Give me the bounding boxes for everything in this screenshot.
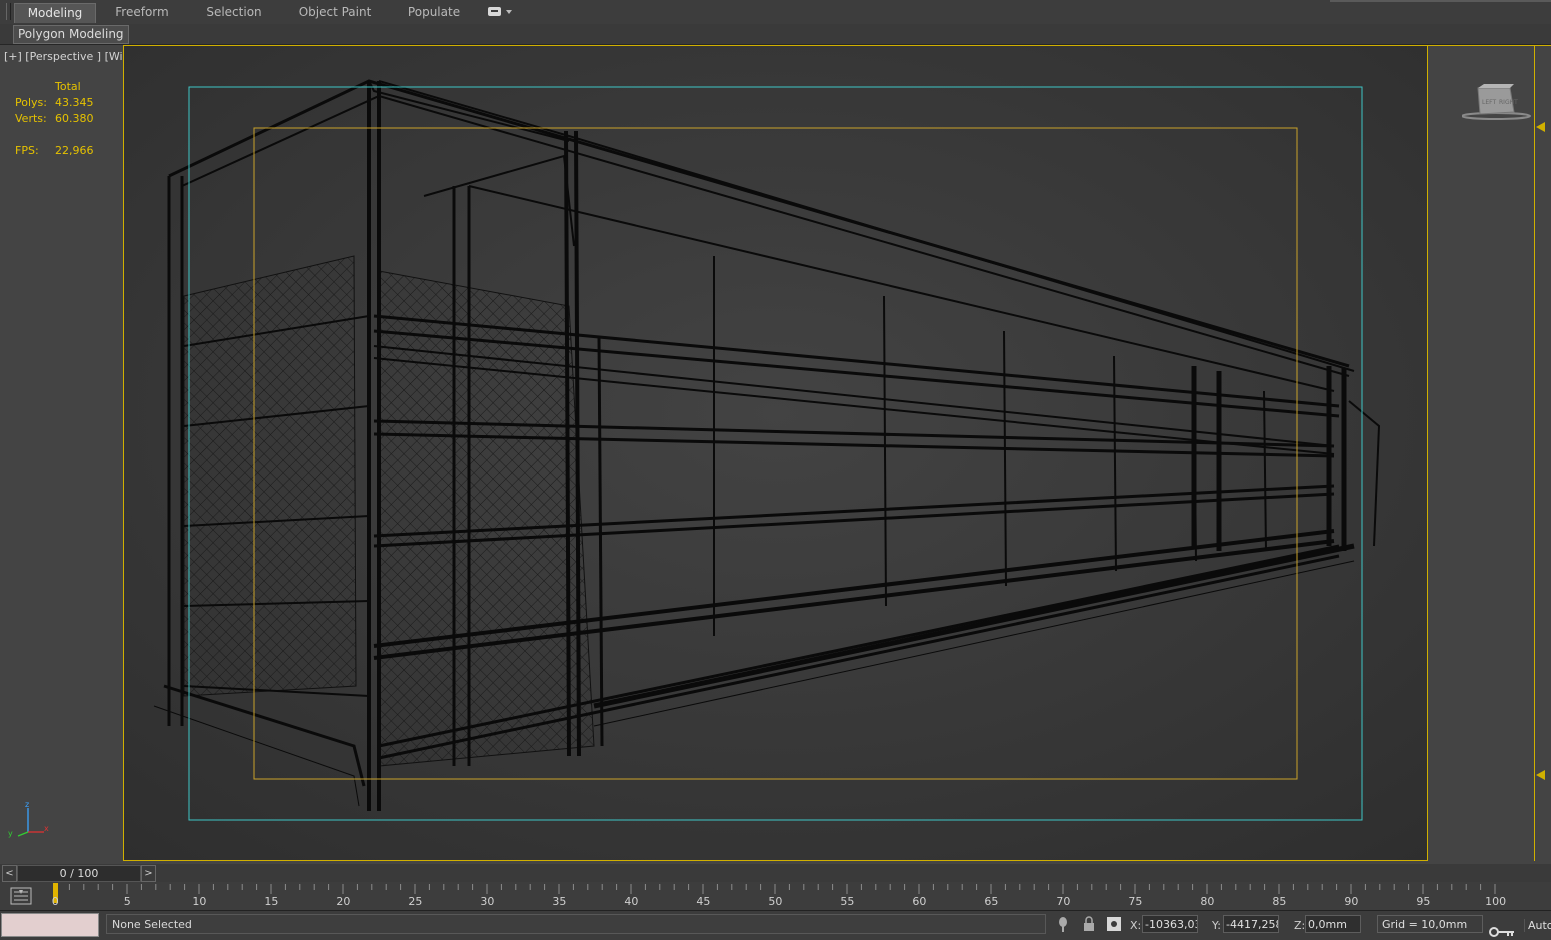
svg-text:RIGHT: RIGHT: [1499, 99, 1518, 106]
viewport-left-area: [0, 45, 123, 862]
track-tick-label: 0: [51, 895, 59, 908]
y-coord-label: Y:: [1212, 919, 1221, 932]
stats-fps-value: 22,966: [55, 144, 94, 157]
svg-text:x: x: [44, 824, 49, 833]
track-tick-label: 5: [123, 895, 131, 908]
grid-spacing: Grid = 10,0mm: [1377, 915, 1483, 933]
perspective-viewport[interactable]: [123, 45, 1428, 861]
stats-header: Total: [55, 80, 81, 93]
frame-marker-bottom-icon: [1536, 770, 1545, 780]
track-tick-label: 45: [696, 895, 711, 908]
track-tick-label: 55: [840, 895, 855, 908]
track-tick-label: 70: [1056, 895, 1071, 908]
track-tick-label: 80: [1200, 895, 1215, 908]
polygon-modeling-button[interactable]: Polygon Modeling: [13, 25, 129, 44]
stats-fps-label: FPS:: [15, 144, 39, 157]
time-next-button[interactable]: >: [141, 865, 156, 882]
ribbon-options-icon[interactable]: [488, 6, 514, 18]
stats-polys-label: Polys:: [15, 96, 47, 109]
y-coord-field[interactable]: -4417,258m: [1223, 915, 1279, 933]
auto-key-button[interactable]: Auto: [1524, 919, 1551, 932]
track-tick-label: 90: [1344, 895, 1359, 908]
svg-text:y: y: [8, 829, 13, 838]
ribbon: Modeling Freeform Selection Object Paint…: [0, 0, 1551, 25]
track-tick-label: 95: [1416, 895, 1431, 908]
track-tick-label: 50: [768, 895, 783, 908]
track-tick-label: 15: [264, 895, 279, 908]
track-tick-label: 35: [552, 895, 567, 908]
track-tick-label: 10: [192, 895, 207, 908]
time-prev-button[interactable]: <: [2, 865, 17, 882]
z-coord-field[interactable]: 0,0mm: [1305, 915, 1361, 933]
absolute-mode-icon[interactable]: [1106, 915, 1122, 933]
svg-text:LEFT: LEFT: [1482, 99, 1496, 106]
curve-editor-icon[interactable]: [10, 887, 32, 905]
status-bar: None Selected X: -10363,03m Y: -4417,258…: [0, 910, 1551, 940]
stats-polys-value: 43.345: [55, 96, 94, 109]
axis-tripod-icon: z x y: [8, 800, 49, 838]
stats-verts-value: 60.380: [55, 112, 94, 125]
x-coord-label: X:: [1130, 919, 1142, 932]
time-slider-thumb[interactable]: 0 / 100: [17, 865, 141, 882]
x-coord-field[interactable]: -10363,03m: [1142, 915, 1198, 933]
tab-selection[interactable]: Selection: [196, 3, 272, 22]
selection-status: None Selected: [106, 914, 1046, 934]
svg-text:z: z: [25, 800, 29, 809]
tab-freeform[interactable]: Freeform: [106, 3, 178, 22]
tab-object-paint[interactable]: Object Paint: [293, 3, 377, 22]
viewcube-icon[interactable]: LEFT RIGHT: [1462, 80, 1532, 125]
viewport-right-border: [1534, 45, 1535, 861]
track-tick-label: 60: [912, 895, 927, 908]
track-tick-label: 85: [1272, 895, 1287, 908]
track-bar[interactable]: 0 5 10 15 20 25 30 35 40 45 50 55 60 65 70 75 80 85 90 95 10…: [0, 882, 1551, 910]
track-tick-label: 25: [408, 895, 423, 908]
ribbon-panel-row: Polygon Modeling: [0, 24, 1551, 45]
maxscript-listener[interactable]: [1, 913, 99, 937]
z-coord-label: Z:: [1294, 919, 1306, 932]
track-tick-label: 65: [984, 895, 999, 908]
tab-modeling[interactable]: Modeling: [14, 3, 96, 23]
set-key-icon[interactable]: [1488, 925, 1516, 939]
ribbon-divider: [1330, 0, 1551, 2]
stats-verts-label: Verts:: [15, 112, 47, 125]
wireframe-scene: [124, 46, 1427, 860]
frame-marker-top-icon: [1536, 122, 1545, 132]
track-tick-label: 100: [1485, 895, 1507, 908]
tab-populate[interactable]: Populate: [400, 3, 468, 22]
viewport-right-area: [1428, 45, 1551, 862]
track-tick-label: 40: [624, 895, 639, 908]
track-tick-label: 30: [480, 895, 495, 908]
lock-icon[interactable]: [1081, 915, 1097, 933]
track-tick-label: 75: [1128, 895, 1143, 908]
ribbon-grip[interactable]: [6, 3, 11, 20]
track-tick-label: 20: [336, 895, 351, 908]
isolate-selection-icon[interactable]: [1055, 915, 1071, 933]
time-slider: < 0 / 100 >: [0, 864, 1551, 882]
